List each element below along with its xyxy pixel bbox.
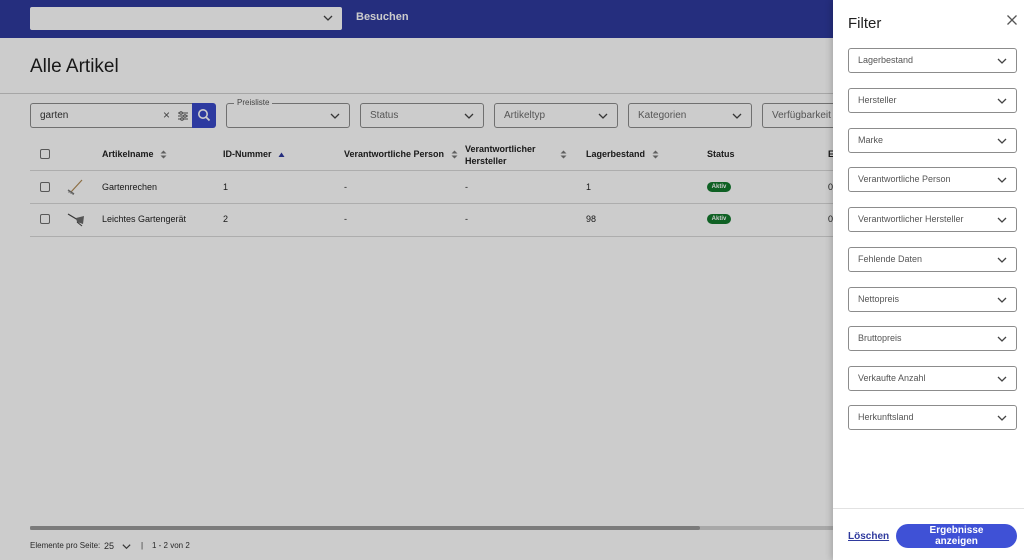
filter-field-label: Hersteller [858, 95, 897, 105]
chevron-down-icon [997, 257, 1007, 263]
filter-stock-select[interactable]: Lagerbestand [848, 48, 1017, 73]
filter-manufacturer-select[interactable]: Hersteller [848, 88, 1017, 113]
filter-field-label: Verantwortliche Person [858, 174, 951, 184]
clear-filters-button[interactable]: Löschen [848, 531, 889, 542]
chevron-down-icon [997, 177, 1007, 183]
filter-field-label: Verkaufte Anzahl [858, 373, 926, 383]
chevron-down-icon [997, 98, 1007, 104]
chevron-down-icon [997, 336, 1007, 342]
filter-field-label: Herkunftsland [858, 412, 914, 422]
filter-gross-price-select[interactable]: Bruttopreis [848, 326, 1017, 351]
filter-net-price-select[interactable]: Nettopreis [848, 287, 1017, 312]
chevron-down-icon [997, 138, 1007, 144]
modal-backdrop[interactable] [0, 0, 833, 560]
chevron-down-icon [997, 217, 1007, 223]
filter-panel: Filter Lagerbestand Hersteller Marke Ver… [833, 0, 1024, 560]
filter-field-label: Nettopreis [858, 294, 900, 304]
show-results-label-line1: Ergebnisse [929, 525, 984, 536]
close-icon[interactable] [1006, 14, 1018, 26]
filter-responsible-person-select[interactable]: Verantwortliche Person [848, 167, 1017, 192]
filter-field-label: Marke [858, 135, 884, 145]
filter-brand-select[interactable]: Marke [848, 128, 1017, 153]
filter-missing-data-select[interactable]: Fehlende Daten [848, 247, 1017, 272]
filter-country-of-origin-select[interactable]: Herkunftsland [848, 405, 1017, 430]
filter-field-label: Verantwortlicher Hersteller [858, 214, 964, 224]
filter-field-label: Lagerbestand [858, 55, 914, 65]
chevron-down-icon [997, 415, 1007, 421]
chevron-down-icon [997, 297, 1007, 303]
panel-footer-divider [833, 508, 1024, 509]
show-results-button[interactable]: Ergebnisse anzeigen [896, 524, 1017, 548]
filter-responsible-manufacturer-select[interactable]: Verantwortlicher Hersteller [848, 207, 1017, 232]
filter-sold-quantity-select[interactable]: Verkaufte Anzahl [848, 366, 1017, 391]
chevron-down-icon [997, 58, 1007, 64]
filter-field-label: Bruttopreis [858, 333, 902, 343]
filter-panel-title: Filter [848, 15, 882, 32]
show-results-label-line2: anzeigen [935, 536, 978, 547]
chevron-down-icon [997, 376, 1007, 382]
filter-field-label: Fehlende Daten [858, 254, 923, 264]
